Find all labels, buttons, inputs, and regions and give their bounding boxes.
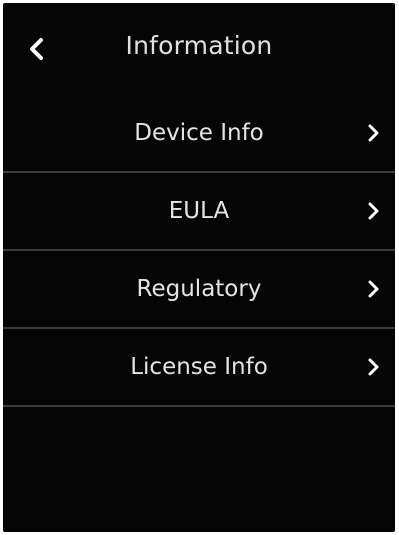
page-title: Information [125,31,273,60]
menu-item-label: Regulatory [136,276,262,302]
menu-item-license-info[interactable]: License Info [3,329,395,407]
information-menu: Device Info EULA Regulatory License Info [3,95,395,407]
menu-item-label: Device Info [134,120,264,146]
chevron-right-icon [368,202,379,220]
menu-item-regulatory[interactable]: Regulatory [3,251,395,329]
menu-item-label: EULA [168,198,230,224]
device-screen: Information Device Info EULA Regulatory … [3,3,395,532]
chevron-right-icon [368,124,379,142]
menu-item-label: License Info [130,354,268,380]
chevron-right-icon [368,358,379,376]
chevron-right-icon [368,280,379,298]
menu-item-eula[interactable]: EULA [3,173,395,251]
header: Information [3,3,395,95]
menu-item-device-info[interactable]: Device Info [3,95,395,173]
